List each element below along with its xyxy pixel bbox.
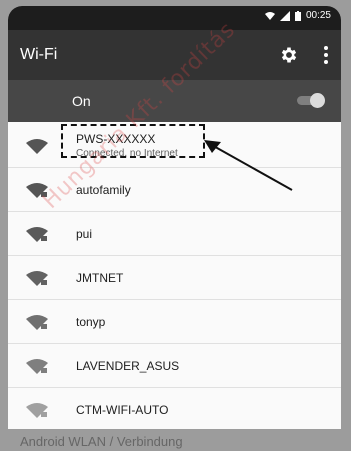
wifi-locked-icon [26, 315, 48, 330]
wifi-switch[interactable] [295, 93, 325, 108]
network-name: tonyp [76, 315, 106, 329]
network-name: pui [76, 227, 93, 241]
network-item-pui[interactable]: pui [8, 212, 341, 256]
gear-icon[interactable] [279, 45, 299, 65]
network-item-tonyp[interactable]: tonyp [8, 300, 341, 344]
annotation-arrow-icon [204, 140, 293, 191]
phone-screen: 00:25 Wi-Fi On PWS-XXXXXX Connected, no … [8, 6, 341, 429]
status-icons: 00:25 [264, 10, 331, 21]
wifi-locked-icon [26, 271, 48, 286]
battery-icon [294, 10, 301, 21]
time-label: 00:25 [305, 10, 331, 21]
network-item-jmtnet[interactable]: JMTNET [8, 256, 341, 300]
wifi-locked-icon [26, 227, 48, 242]
more-options-icon[interactable] [323, 46, 329, 64]
network-name: JMTNET [76, 271, 124, 285]
wifi-signal-icon [26, 139, 48, 154]
wifi-locked-icon [26, 403, 48, 418]
network-item-ctm-wifi-auto[interactable]: CTM-WIFI-AUTO [8, 388, 341, 429]
page-title: Wi-Fi [20, 46, 58, 63]
wifi-locked-icon [26, 359, 48, 374]
wifi-toggle-label: On [72, 93, 91, 109]
caption: Android WLAN / Verbindung [20, 434, 183, 449]
wifi-status-icon [264, 11, 275, 20]
network-name: CTM-WIFI-AUTO [76, 403, 169, 417]
network-item-lavender-asus[interactable]: LAVENDER_ASUS [8, 344, 341, 388]
status-bar: 00:25 [8, 6, 341, 30]
network-name: LAVENDER_ASUS [76, 359, 180, 373]
signal-icon [279, 10, 290, 21]
